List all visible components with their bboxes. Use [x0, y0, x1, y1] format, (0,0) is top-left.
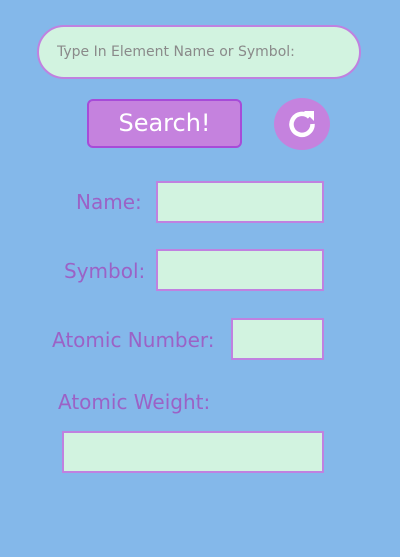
refresh-icon: [285, 107, 319, 141]
symbol-field[interactable]: [156, 249, 324, 291]
refresh-button[interactable]: [274, 98, 330, 150]
symbol-label: Symbol:: [64, 259, 146, 283]
atomic-weight-field[interactable]: [62, 431, 324, 473]
element-search-input[interactable]: [37, 25, 361, 79]
name-field[interactable]: [156, 181, 324, 223]
name-label: Name:: [76, 190, 142, 214]
atomic-number-label: Atomic Number:: [52, 328, 215, 352]
search-button[interactable]: Search!: [87, 99, 242, 148]
atomic-weight-label: Atomic Weight:: [58, 390, 211, 414]
atomic-number-field[interactable]: [231, 318, 324, 360]
